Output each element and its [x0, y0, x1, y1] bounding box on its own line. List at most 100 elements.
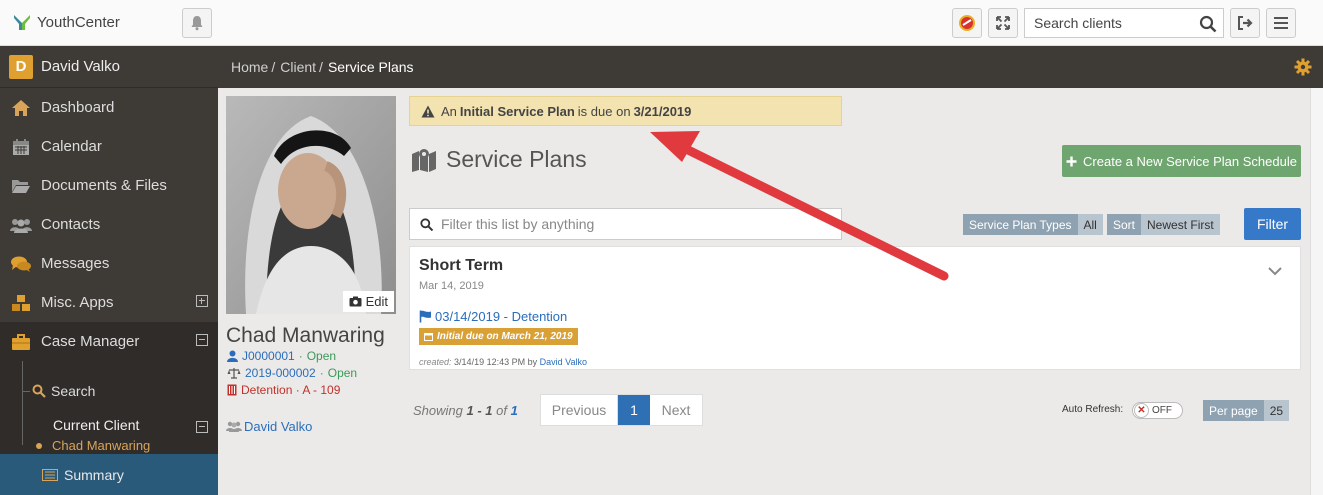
breadcrumb: Home / Client / Service Plans [218, 46, 1323, 88]
sidebar-item-label: Calendar [41, 138, 102, 155]
collapse-minus-icon[interactable] [196, 421, 208, 433]
subnav-client-name-label: Chad Manwaring [52, 438, 151, 453]
alert-plan-name: Initial Service Plan [459, 103, 575, 119]
sidebar-item-label: Misc. Apps [41, 294, 114, 311]
user-name: David Valko [41, 58, 120, 75]
create-service-plan-button[interactable]: Create a New Service Plan Schedule [1062, 145, 1301, 177]
alert-middle: is due on [577, 103, 631, 119]
client-search-input[interactable] [1034, 15, 1199, 31]
plus-icon [1066, 156, 1077, 166]
case-status: Open [327, 366, 358, 380]
sidebar-item-label: Documents & Files [41, 177, 167, 194]
breadcrumb-home[interactable]: Home [231, 59, 268, 75]
sidebar-item-documents[interactable]: Documents & Files [0, 166, 218, 205]
flag-icon [419, 310, 431, 323]
types-value: All [1077, 214, 1103, 235]
placement-text: Detention · A - 109 [241, 383, 341, 397]
next-page-button[interactable]: Next [650, 395, 702, 425]
previous-page-button[interactable]: Previous [541, 395, 618, 425]
sidebar-item-dashboard[interactable]: Dashboard [0, 88, 218, 127]
create-button-label: Create a New Service Plan Schedule [1083, 153, 1297, 169]
case-number-link[interactable]: 2019-000002 [245, 366, 316, 380]
created-label: created: [419, 357, 452, 367]
plan-date: Mar 14, 2019 [419, 280, 484, 292]
comments-icon [11, 256, 31, 272]
gear-icon[interactable] [1294, 58, 1312, 76]
plan-title: Short Term [419, 257, 504, 274]
notifications-button[interactable] [182, 8, 212, 38]
page-title: Service Plans [411, 146, 587, 173]
case-manager-link[interactable]: David Valko [244, 419, 312, 434]
auto-refresh-toggle[interactable]: ✕ OFF [1132, 402, 1183, 419]
briefcase-icon [12, 333, 30, 350]
subnav-summary[interactable]: Summary [0, 454, 218, 495]
pagination: Previous 1 Next [540, 394, 703, 426]
sort-chip[interactable]: Sort Newest First [1107, 214, 1220, 235]
per-page-selector[interactable]: Per page 25 [1203, 400, 1290, 421]
sidebar: D David Valko Dashboard Calendar Documen… [0, 46, 218, 495]
types-label: Service Plan Types [963, 214, 1078, 235]
sort-value: Newest First [1141, 214, 1220, 235]
initial-due-badge: Initial due on March 21, 2019 [419, 328, 578, 345]
case-manager-row[interactable]: David Valko [226, 419, 312, 434]
page-title-text: Service Plans [446, 146, 587, 172]
plan-detention-link[interactable]: 03/14/2019 - Detention [419, 309, 567, 324]
user-icon [227, 350, 238, 362]
chevron-down-icon[interactable] [1268, 267, 1282, 276]
fullscreen-button[interactable] [988, 8, 1018, 38]
app-name: YouthCenter [37, 13, 120, 31]
juvenile-id-row: J0000001 · Open [227, 349, 336, 363]
per-page-value: 25 [1263, 400, 1290, 421]
sidebar-item-contacts[interactable]: Contacts [0, 205, 218, 244]
client-name: Chad Manwaring [226, 324, 385, 347]
logout-button[interactable] [1230, 8, 1260, 38]
service-plan-card[interactable]: Short Term Mar 14, 2019 03/14/2019 - Det… [409, 246, 1301, 370]
sidebar-item-label: Contacts [41, 216, 101, 233]
balance-scale-icon [227, 368, 241, 379]
placement-row: Detention · A - 109 [227, 383, 340, 397]
service-plan-types-chip[interactable]: Service Plan Types All [963, 214, 1103, 235]
collapse-minus-icon[interactable] [196, 334, 208, 346]
sidebar-item-calendar[interactable]: Calendar [0, 127, 218, 166]
cubes-icon [12, 294, 30, 311]
expand-plus-icon[interactable] [196, 295, 208, 307]
sidebar-item-misc-apps[interactable]: Misc. Apps [0, 283, 218, 322]
main-content: Edit Chad Manwaring J0000001 · Open 2019… [218, 88, 1310, 495]
subnav-client-name[interactable]: Chad Manwaring [36, 438, 150, 453]
juvenile-status: Open [306, 349, 337, 363]
sort-label: Sort [1107, 214, 1142, 235]
showing-total: 1 [510, 403, 518, 418]
user-avatar: D [9, 54, 33, 79]
client-portrait-image [226, 96, 396, 314]
search-icon[interactable] [1199, 15, 1217, 33]
created-by-link[interactable]: David Valko [540, 357, 587, 367]
quick-action-button[interactable] [952, 8, 982, 38]
vertical-scrollbar[interactable] [1310, 88, 1323, 495]
sidebar-user[interactable]: D David Valko [0, 46, 218, 88]
juvenile-id-link[interactable]: J0000001 [242, 349, 295, 363]
sidebar-item-messages[interactable]: Messages [0, 244, 218, 283]
case-number-row: 2019-000002 · Open [227, 366, 357, 380]
alert-prefix: An [441, 103, 457, 119]
subnav-search[interactable]: Search [22, 383, 95, 399]
filter-button[interactable]: Filter [1244, 208, 1301, 240]
app-logo[interactable]: YouthCenter [13, 13, 120, 31]
folder-icon [12, 179, 30, 193]
warning-icon [421, 105, 435, 117]
list-filter-input[interactable] [441, 216, 821, 232]
building-icon [227, 384, 237, 396]
list-filter[interactable] [409, 208, 842, 240]
plan-detention-text[interactable]: 03/14/2019 - Detention [435, 309, 567, 324]
showing-of: of [496, 403, 507, 418]
subnav-current-client[interactable]: Current Client [53, 417, 139, 433]
home-icon [12, 99, 30, 116]
page-1-button[interactable]: 1 [618, 395, 650, 425]
client-photo: Edit [226, 96, 396, 314]
menu-button[interactable] [1266, 8, 1296, 38]
per-page-label: Per page [1203, 400, 1264, 421]
top-bar: YouthCenter [0, 0, 1323, 46]
client-search[interactable] [1024, 8, 1224, 38]
photo-edit-button[interactable]: Edit [342, 291, 394, 312]
breadcrumb-client[interactable]: Client [280, 59, 316, 75]
sidebar-item-case-manager[interactable]: Case Manager [0, 322, 218, 361]
